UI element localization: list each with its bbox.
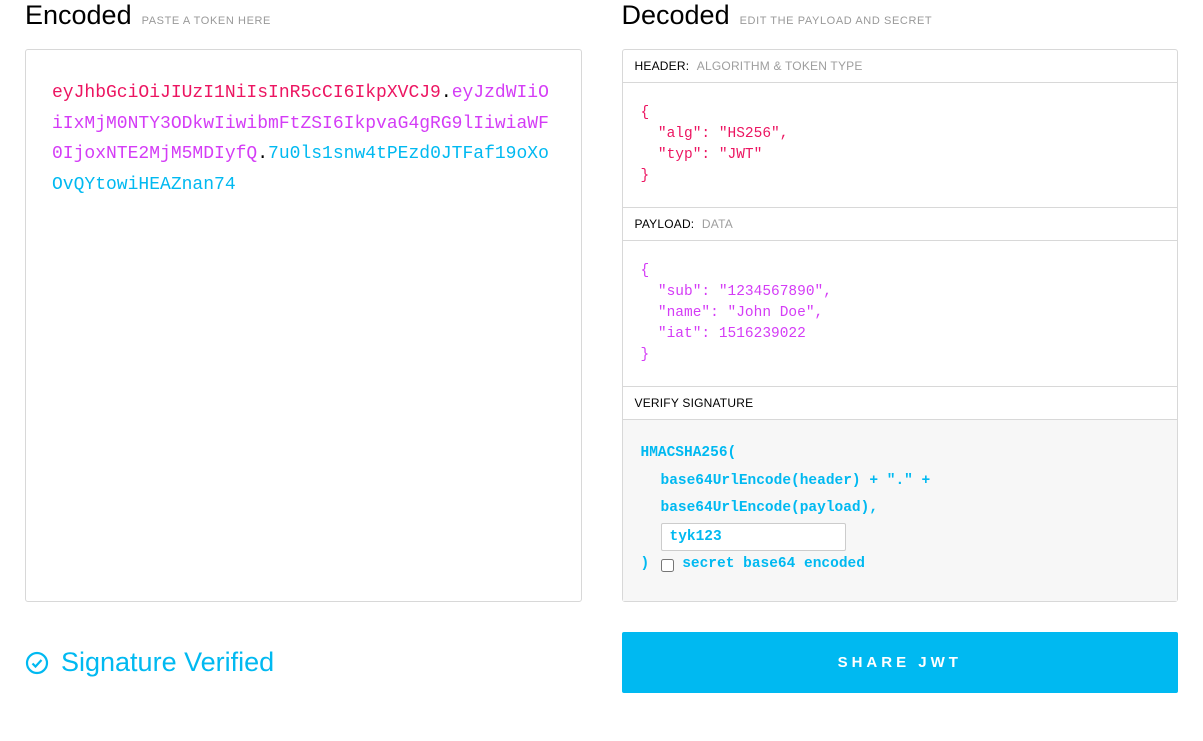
token-segment-header: eyJhbGciOiJIUzI1NiIsInR5cCI6IkpXVCJ9 [52,83,441,103]
secret-input[interactable] [661,523,846,551]
payload-section-label: PAYLOAD: DATA [623,208,1178,241]
encoded-title: Encoded [25,0,132,31]
encoded-token-input[interactable]: eyJhbGciOiJIUzI1NiIsInR5cCI6IkpXVCJ9.eyJ… [25,49,582,602]
decoded-title-row: Decoded EDIT THE PAYLOAD AND SECRET [622,0,1179,31]
secret-base64-label: secret base64 encoded [682,551,865,579]
header-section-label: HEADER: ALGORITHM & TOKEN TYPE [623,50,1178,83]
payload-sublabel: DATA [702,217,733,231]
share-jwt-button[interactable]: SHARE JWT [622,632,1179,693]
signature-label: VERIFY SIGNATURE [635,396,754,410]
decoded-title: Decoded [622,0,730,31]
token-dot: . [441,83,452,103]
header-json-editor[interactable]: { "alg": "HS256", "typ": "JWT" } [623,83,1178,208]
encoded-hint: PASTE A TOKEN HERE [142,15,271,27]
sig-line-payload: base64UrlEncode(payload), [661,495,1160,523]
decoded-hint: EDIT THE PAYLOAD AND SECRET [740,15,933,27]
header-label: HEADER: [635,59,690,73]
secret-base64-checkbox[interactable] [661,559,674,572]
sig-line-header: base64UrlEncode(header) + "." + [661,468,1160,496]
decoded-panel: Decoded EDIT THE PAYLOAD AND SECRET HEAD… [622,0,1179,602]
token-dot: . [257,144,268,164]
encoded-panel: Encoded PASTE A TOKEN HERE eyJhbGciOiJIU… [25,0,582,602]
encoded-title-row: Encoded PASTE A TOKEN HERE [25,0,582,31]
signature-section-label: VERIFY SIGNATURE [623,387,1178,420]
payload-label: PAYLOAD: [635,217,695,231]
signature-status: Signature Verified [25,647,582,678]
check-circle-icon [25,651,49,675]
signature-section-body: HMACSHA256( base64UrlEncode(header) + ".… [623,420,1178,601]
sig-line-open: HMACSHA256( [641,440,1160,468]
sig-line-close: ) [641,551,650,579]
decoded-box: HEADER: ALGORITHM & TOKEN TYPE { "alg": … [622,49,1179,602]
payload-json-editor[interactable]: { "sub": "1234567890", "name": "John Doe… [623,241,1178,387]
header-sublabel: ALGORITHM & TOKEN TYPE [697,59,863,73]
signature-status-text: Signature Verified [61,647,274,678]
